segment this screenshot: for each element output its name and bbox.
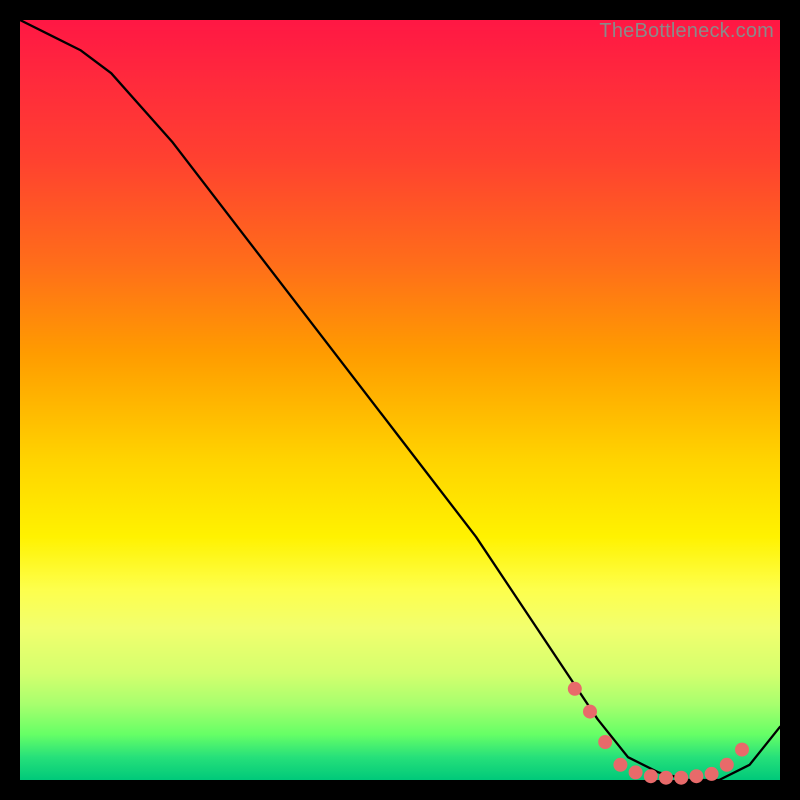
bottleneck-curve (20, 20, 780, 780)
data-marker (659, 771, 673, 785)
data-marker (644, 769, 658, 783)
data-marker (598, 735, 612, 749)
data-marker (720, 758, 734, 772)
data-marker (629, 765, 643, 779)
plot-area: TheBottleneck.com (20, 20, 780, 780)
data-marker (568, 682, 582, 696)
data-marker (583, 705, 597, 719)
data-marker (705, 767, 719, 781)
data-marker (674, 771, 688, 785)
data-marker (613, 758, 627, 772)
curve-markers (568, 682, 749, 785)
curve-svg (20, 20, 780, 780)
data-marker (689, 769, 703, 783)
data-marker (735, 743, 749, 757)
chart-frame: TheBottleneck.com (0, 0, 800, 800)
